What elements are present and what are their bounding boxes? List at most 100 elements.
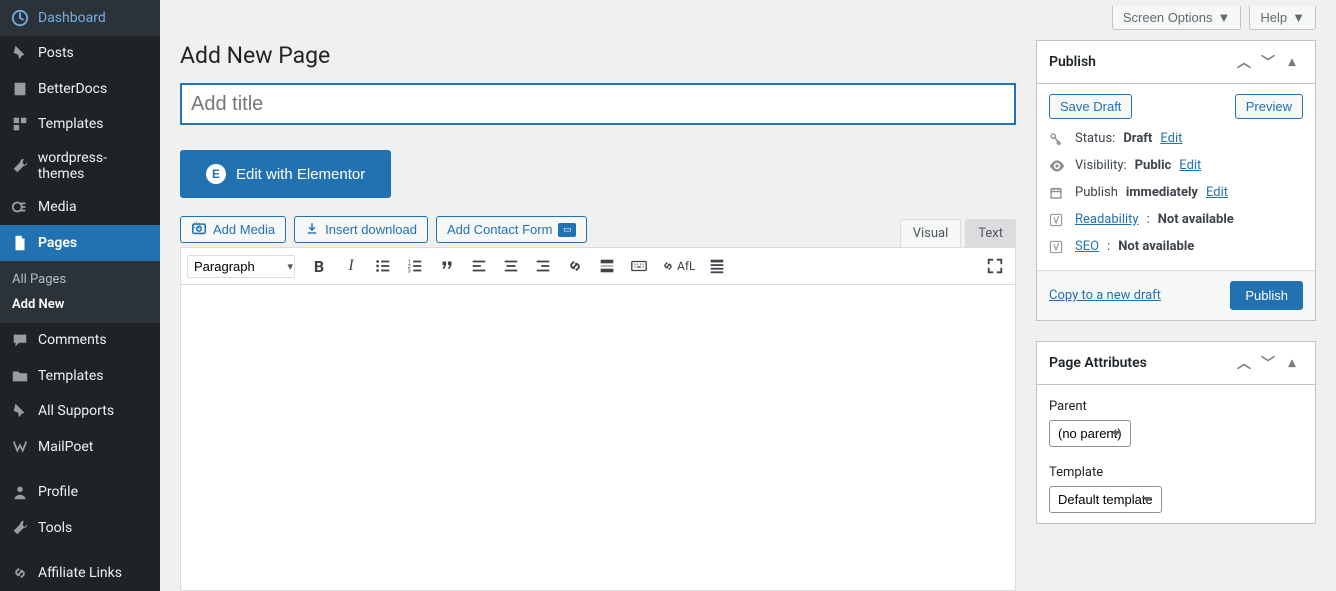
help-label: Help [1260, 10, 1287, 25]
publish-time-label: Publish [1075, 185, 1118, 200]
status-edit-link[interactable]: Edit [1160, 131, 1182, 146]
svg-text:3: 3 [408, 268, 411, 274]
sidebar-item-label: Tools [38, 520, 72, 536]
yoast-icon [1049, 213, 1067, 227]
help-button[interactable]: Help ▼ [1249, 6, 1316, 30]
pin-icon [10, 43, 30, 63]
tab-visual[interactable]: Visual [900, 219, 962, 247]
sidebar-item-betterdocs[interactable]: BetterDocs [0, 71, 160, 107]
mailpoet-icon [10, 437, 30, 457]
save-draft-button[interactable]: Save Draft [1049, 94, 1132, 119]
edit-with-elementor-button[interactable]: E Edit with Elementor [180, 150, 391, 198]
screen-options-button[interactable]: Screen Options ▼ [1112, 6, 1241, 30]
copy-to-new-draft-link[interactable]: Copy to a new draft [1049, 288, 1161, 303]
template-select[interactable]: Default template [1049, 486, 1162, 513]
page-icon [10, 233, 30, 253]
quote-button[interactable] [433, 252, 461, 280]
page-attributes-metabox: Page Attributes ︿ ﹀ ▴ Parent (no parent) [1036, 341, 1316, 524]
sidebar-item-label: Posts [38, 45, 74, 61]
parent-label: Parent [1049, 399, 1303, 414]
screen-meta-toggle: Screen Options ▼ Help ▼ [160, 0, 1336, 30]
italic-button[interactable]: I [337, 252, 365, 280]
format-select[interactable]: Paragraph [187, 255, 295, 278]
camera-icon [191, 221, 207, 238]
media-icon [10, 197, 30, 217]
sidebar-item-mailpoet[interactable]: MailPoet [0, 429, 160, 465]
sidebar-item-tools[interactable]: Tools [0, 510, 160, 546]
chevron-up-icon[interactable]: ︿ [1233, 352, 1255, 374]
readability-link[interactable]: Readability [1075, 212, 1139, 227]
sidebar-item-all-supports[interactable]: All Supports [0, 394, 160, 430]
sidebar-item-label: wordpress-themes [38, 150, 152, 182]
page-attributes-title: Page Attributes [1049, 355, 1147, 371]
sidebar-item-profile[interactable]: Profile [0, 475, 160, 511]
folder-icon [10, 366, 30, 386]
number-list-button[interactable]: 123 [401, 252, 429, 280]
sidebar-item-pages[interactable]: Pages [0, 225, 160, 261]
elementor-icon: E [206, 164, 226, 184]
sidebar-item-label: Templates [38, 368, 104, 384]
parent-select[interactable]: (no parent) [1049, 420, 1131, 447]
afl-link-button[interactable]: AfL [657, 252, 699, 280]
sidebar-item-templates-2[interactable]: Templates [0, 358, 160, 394]
afl-label: AfL [677, 259, 695, 273]
wrench-icon [10, 518, 30, 538]
sidebar-item-dashboard[interactable]: Dashboard [0, 0, 160, 36]
align-left-button[interactable] [465, 252, 493, 280]
yoast-icon [1049, 240, 1067, 254]
pin-icon [10, 401, 30, 421]
chevron-down-icon[interactable]: ﹀ [1257, 352, 1279, 374]
tab-text[interactable]: Text [965, 219, 1016, 247]
form-icon: ▭ [558, 223, 576, 237]
visibility-value: Public [1135, 158, 1172, 173]
chevron-up-icon[interactable]: ︿ [1233, 51, 1255, 73]
admin-sidebar: Dashboard Posts BetterDocs Templates wor… [0, 0, 160, 591]
sidebar-item-posts[interactable]: Posts [0, 36, 160, 72]
seo-link[interactable]: SEO [1075, 239, 1099, 254]
triangle-up-icon[interactable]: ▴ [1281, 352, 1303, 374]
sidebar-item-label: All Supports [38, 403, 114, 419]
insert-download-label: Insert download [325, 222, 417, 237]
publish-button[interactable]: Publish [1230, 281, 1303, 310]
submenu-add-new[interactable]: Add New [0, 292, 160, 317]
chevron-down-icon[interactable]: ﹀ [1257, 51, 1279, 73]
publish-time-edit-link[interactable]: Edit [1206, 185, 1228, 200]
sidebar-item-templates[interactable]: Templates [0, 107, 160, 143]
calendar-icon [1049, 186, 1067, 200]
bold-button[interactable]: B [305, 252, 333, 280]
read-more-button[interactable] [593, 252, 621, 280]
add-contact-form-label: Add Contact Form [447, 222, 553, 237]
toggle-toolbar-button[interactable] [703, 252, 731, 280]
sidebar-item-comments[interactable]: Comments [0, 323, 160, 359]
visibility-edit-link[interactable]: Edit [1179, 158, 1201, 173]
insert-download-button[interactable]: Insert download [294, 216, 428, 243]
title-input[interactable] [180, 83, 1016, 125]
chevron-down-icon: ▼ [1292, 10, 1305, 25]
sidebar-item-wordpress-themes[interactable]: wordpress-themes [0, 142, 160, 189]
sidebar-item-label: Media [38, 199, 77, 215]
triangle-up-icon[interactable]: ▴ [1281, 51, 1303, 73]
fullscreen-button[interactable] [981, 252, 1009, 280]
add-media-button[interactable]: Add Media [180, 216, 286, 243]
link-button[interactable] [561, 252, 589, 280]
publish-metabox: Publish ︿ ﹀ ▴ Save Draft Preview [1036, 40, 1316, 321]
status-value: Draft [1123, 131, 1152, 146]
status-label: Status: [1075, 131, 1115, 146]
add-contact-form-button[interactable]: Add Contact Form ▭ [436, 216, 588, 243]
download-icon [305, 221, 319, 238]
keyboard-button[interactable] [625, 252, 653, 280]
visibility-label: Visibility: [1075, 158, 1127, 173]
preview-button[interactable]: Preview [1235, 94, 1303, 119]
content-editor[interactable] [180, 285, 1016, 591]
key-icon [1049, 132, 1067, 146]
sidebar-item-media[interactable]: Media [0, 189, 160, 225]
sidebar-item-label: Comments [38, 332, 107, 348]
bullet-list-button[interactable] [369, 252, 397, 280]
submenu-all-pages[interactable]: All Pages [0, 267, 160, 292]
publish-time-value: immediately [1126, 185, 1198, 200]
sidebar-item-affiliate-links[interactable]: Affiliate Links [0, 555, 160, 591]
page-title: Add New Page [180, 42, 1016, 69]
sidebar-item-label: Templates [38, 116, 104, 132]
align-right-button[interactable] [529, 252, 557, 280]
align-center-button[interactable] [497, 252, 525, 280]
